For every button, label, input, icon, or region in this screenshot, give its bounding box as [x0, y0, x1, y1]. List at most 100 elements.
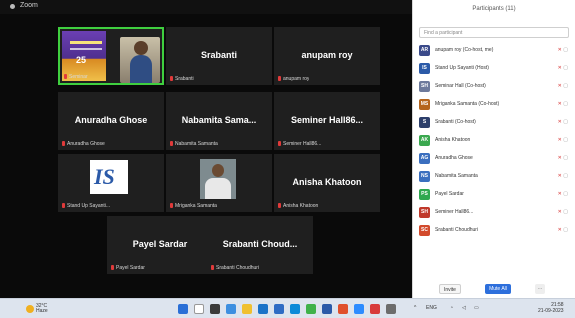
participant-avatar: SC [419, 225, 430, 236]
participant-row[interactable]: SH Seminer Hall86... ✕ ▢ [419, 205, 570, 221]
participant-status: ✕ ▢ [558, 191, 568, 197]
tile-name-tag: Anuradha Ghose [62, 141, 105, 147]
mic-muted-icon [62, 203, 65, 209]
screen: Zoom 25 Seminar Srabanti Srabanti anupam… [0, 0, 575, 318]
mic-muted-icon[interactable]: ✕ [558, 209, 562, 215]
tile-name-tag: Nabamita Samanta [170, 141, 218, 147]
widgets-icon[interactable] [226, 304, 236, 314]
tray-language[interactable]: ENG [426, 305, 437, 311]
window-icon [10, 4, 15, 9]
powerpoint-icon[interactable] [338, 304, 348, 314]
participant-search-input[interactable]: Find a participant [419, 27, 569, 38]
volume-icon[interactable]: ◁ [462, 305, 466, 311]
video-tile[interactable]: Anuradha Ghose Anuradha Ghose [58, 92, 164, 150]
video-tile-speaker[interactable]: 25 Seminar [58, 27, 164, 85]
panel-footer: Invite Mute All ··· [413, 282, 575, 298]
tile-name-tag: Mriganka Samanta [170, 203, 217, 209]
tray-chevron-icon[interactable]: ^ [414, 305, 416, 311]
mute-all-button[interactable]: Mute All [485, 284, 511, 294]
profile-photo-body [205, 178, 231, 199]
windows-start-icon[interactable] [178, 304, 188, 314]
participant-row[interactable]: SC Srabanti Choudhuri ✕ ▢ [419, 223, 570, 239]
participant-status: ✕ ▢ [558, 137, 568, 143]
video-tile[interactable]: Mriganka Samanta [166, 154, 272, 212]
participant-row[interactable]: IS Stand Up Sayanti (Host) ✕ ▢ [419, 61, 570, 77]
participant-avatar: AG [419, 153, 430, 164]
video-off-icon[interactable]: ▢ [563, 101, 568, 107]
video-off-icon[interactable]: ▢ [563, 65, 568, 71]
tile-name: Payel Sardar [132, 239, 188, 249]
profile-photo-head [212, 164, 224, 177]
participant-row[interactable]: MS Mriganka Samanta (Co-host) ✕ ▢ [419, 97, 570, 113]
tile-name: Nabamita Sama... [181, 115, 257, 125]
participant-name: Srabanti (Co-host) [435, 119, 476, 125]
store-icon[interactable] [258, 304, 268, 314]
search-icon[interactable] [194, 304, 204, 314]
sun-icon [26, 305, 34, 313]
participant-status: ✕ ▢ [558, 119, 568, 125]
participant-row[interactable]: S Srabanti (Co-host) ✕ ▢ [419, 115, 570, 131]
mic-muted-icon[interactable]: ✕ [558, 47, 562, 53]
video-off-icon[interactable]: ▢ [563, 119, 568, 125]
video-tile[interactable]: Seminer Hall86... Seminer Hall86... [274, 92, 380, 150]
mic-muted-icon[interactable]: ✕ [558, 191, 562, 197]
participant-row[interactable]: SH Seminar Hall (Co-host) ✕ ▢ [419, 79, 570, 95]
presenter-body [130, 55, 152, 83]
mic-muted-icon[interactable]: ✕ [558, 101, 562, 107]
app-icon[interactable] [386, 304, 396, 314]
video-off-icon[interactable]: ▢ [563, 137, 568, 143]
edge-icon[interactable] [290, 304, 300, 314]
participant-name: Payel Sardar [435, 191, 464, 197]
video-tile[interactable]: Nabamita Sama... Nabamita Samanta [166, 92, 272, 150]
mic-muted-icon[interactable]: ✕ [558, 227, 562, 233]
mic-muted-icon [278, 76, 281, 82]
participant-row[interactable]: AG Anuradha Ghose ✕ ▢ [419, 151, 570, 167]
video-tile[interactable]: Srabanti Srabanti [166, 27, 272, 85]
chrome-icon[interactable] [306, 304, 316, 314]
mic-muted-icon[interactable]: ✕ [558, 65, 562, 71]
participant-status: ✕ ▢ [558, 173, 568, 179]
more-options-button[interactable]: ··· [535, 284, 545, 294]
participant-avatar: AR [419, 45, 430, 56]
participant-avatar: AK [419, 135, 430, 146]
video-off-icon[interactable]: ▢ [563, 209, 568, 215]
video-tile[interactable]: IS Stand Up Sayanti... [58, 154, 164, 212]
weather-widget[interactable]: 32°C Haze [26, 302, 48, 316]
app-icon[interactable] [370, 304, 380, 314]
mic-muted-icon[interactable]: ✕ [558, 83, 562, 89]
is-logo-avatar: IS [90, 160, 128, 194]
mic-muted-icon[interactable]: ✕ [558, 173, 562, 179]
video-off-icon[interactable]: ▢ [563, 47, 568, 53]
video-off-icon[interactable]: ▢ [563, 173, 568, 179]
video-tile[interactable]: Srabanti Choud... Srabanti Choudhuri [207, 216, 313, 274]
video-tile[interactable]: Anisha Khatoon Anisha Khatoon [274, 154, 380, 212]
word-icon[interactable] [322, 304, 332, 314]
video-off-icon[interactable]: ▢ [563, 155, 568, 161]
participant-row[interactable]: PS Payel Sardar ✕ ▢ [419, 187, 570, 203]
mic-muted-icon [278, 141, 281, 147]
mic-muted-icon[interactable]: ✕ [558, 119, 562, 125]
participant-row[interactable]: AR anupam roy (Co-host, me) ✕ ▢ [419, 43, 570, 59]
video-tile[interactable]: anupam roy anupam roy [274, 27, 380, 85]
mic-muted-icon[interactable]: ✕ [558, 137, 562, 143]
weather-desc: Haze [36, 308, 48, 314]
wifi-icon[interactable]: ◔ [450, 305, 453, 311]
mail-icon[interactable] [274, 304, 284, 314]
battery-icon[interactable]: ▭ [474, 305, 479, 311]
video-off-icon[interactable]: ▢ [563, 227, 568, 233]
tile-name-tag: Srabanti [170, 76, 194, 82]
zoom-icon[interactable] [354, 304, 364, 314]
tile-name: Srabanti Choud... [222, 239, 298, 249]
mic-muted-icon [278, 203, 281, 209]
video-off-icon[interactable]: ▢ [563, 83, 568, 89]
mic-muted-icon [211, 265, 214, 271]
participant-row[interactable]: NS Nabamita Samanta ✕ ▢ [419, 169, 570, 185]
video-tile[interactable]: Payel Sardar Payel Sardar [107, 216, 213, 274]
video-off-icon[interactable]: ▢ [563, 191, 568, 197]
mic-muted-icon[interactable]: ✕ [558, 155, 562, 161]
invite-button[interactable]: Invite [439, 284, 461, 294]
file-explorer-icon[interactable] [242, 304, 252, 314]
task-view-icon[interactable] [210, 304, 220, 314]
clock[interactable]: 21:58 21-09-2023 [538, 302, 564, 314]
participant-row[interactable]: AK Anisha Khatoon ✕ ▢ [419, 133, 570, 149]
